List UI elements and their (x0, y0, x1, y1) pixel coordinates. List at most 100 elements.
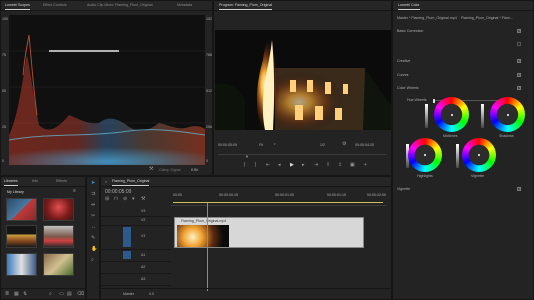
vignette-checkbox[interactable]: ✓ (517, 187, 521, 191)
tab-info[interactable]: Info (32, 179, 38, 183)
reset-icon[interactable] (517, 42, 521, 46)
mark-in-icon[interactable]: ⌈ (244, 163, 246, 168)
fourth-wheel-handle[interactable] (478, 154, 480, 156)
tab-audio-clip-mixer[interactable]: Audio Clip Mixer: Flaming_Plum_Original (87, 3, 153, 7)
clip-name: Flaming_Plum_Original.mp4 (181, 219, 227, 223)
track-select-icon[interactable]: ⇉ (91, 192, 95, 197)
section-basic-correction[interactable]: Basic Correction (397, 29, 423, 33)
library-thumb[interactable] (43, 198, 74, 221)
midtones-slider[interactable] (425, 104, 428, 128)
library-thumb[interactable] (6, 198, 37, 221)
library-thumb[interactable] (43, 253, 74, 276)
go-to-out-icon[interactable]: ⇥ (314, 163, 318, 168)
playhead-timecode[interactable]: 00:00:05:09 (218, 143, 237, 147)
track-target-v1[interactable] (123, 227, 131, 247)
go-to-in-icon[interactable]: ⇤ (266, 163, 270, 168)
step-forward-icon[interactable]: ▸ (302, 163, 305, 168)
tab-effects[interactable]: Effects (56, 179, 67, 183)
snap-icon[interactable]: ⊓ (114, 197, 118, 202)
master-value[interactable]: 0.0 (149, 292, 154, 296)
add-button-icon[interactable]: + (364, 163, 367, 168)
work-area-bar[interactable] (173, 202, 383, 203)
timeline-ruler[interactable]: 00:00 00:00:00:15 00:00:01:00 00:00:01:1… (171, 191, 387, 206)
tab-metadata[interactable]: Metadata (177, 3, 192, 7)
zoom-tool-icon[interactable]: ⌕ (91, 258, 94, 263)
grid-view-icon[interactable]: ▦ (14, 292, 19, 297)
libraries-footer: ≣ ▦ ⇅ ⌕ ▭ ▤ ⌫ (1, 288, 85, 299)
wrench-icon[interactable]: ⚒ (149, 167, 153, 172)
library-thumb[interactable] (6, 253, 37, 276)
section-vignette[interactable]: Vignette (397, 187, 410, 191)
chevron-down-icon[interactable]: ▾ (274, 142, 276, 147)
section-creative[interactable]: Creative (397, 59, 410, 63)
slip-tool-icon[interactable]: ↔ (91, 225, 96, 230)
sort-icon[interactable]: ⇅ (23, 292, 27, 297)
playhead-icon[interactable]: ▼ (245, 154, 249, 159)
timeline-timecode[interactable]: 00:00:05:09 (105, 189, 131, 195)
section-curves[interactable]: Curves (397, 73, 408, 77)
pen-tool-icon[interactable]: ✎ (91, 236, 95, 241)
tab-sequence[interactable]: Flaming_Plum_Original (112, 179, 150, 186)
library-thumb[interactable] (6, 225, 37, 248)
close-icon[interactable]: × (105, 179, 107, 184)
sequence-clip[interactable]: Flaming_Plum_Original.mp4 (174, 217, 364, 248)
library-select[interactable]: My Library (7, 190, 24, 194)
settings-icon[interactable]: ⚙ (342, 142, 346, 147)
tab-lumetri-scopes[interactable]: Lumetri Scopes (5, 3, 30, 10)
creative-checkbox[interactable]: ✓ (517, 59, 521, 63)
highlights-label: Highlights (417, 174, 433, 178)
track-label: A1 (141, 253, 146, 257)
extract-icon[interactable]: ⇪ (338, 163, 342, 168)
library-menu-icon[interactable]: ≡ (73, 189, 76, 194)
scale-tick: 1023 (206, 17, 212, 21)
scale-tick: 768 (206, 53, 212, 57)
track-headers: V3 V2 V1 A1 A2 A3 (101, 207, 171, 291)
clip-select[interactable]: Flaming_Plum_Original * Flam... (461, 16, 513, 20)
selection-tool-icon[interactable]: ➤ (91, 181, 95, 186)
trash-icon[interactable]: ⌫ (77, 292, 84, 297)
lift-icon[interactable]: ⇧ (326, 163, 330, 168)
folder-icon[interactable]: ▤ (67, 292, 72, 297)
track-a3[interactable]: A3 (101, 273, 171, 286)
midtones-wheel-handle[interactable] (451, 114, 453, 116)
hand-tool-icon[interactable]: ✋ (91, 247, 97, 252)
search-icon[interactable]: ⌕ (49, 292, 52, 297)
ripple-edit-icon[interactable]: ⇹ (91, 203, 95, 208)
tab-effect-controls[interactable]: Effect Controls (43, 3, 67, 7)
linked-selection-icon[interactable]: ⊘ (123, 197, 127, 202)
track-v1[interactable]: V1 (101, 225, 171, 250)
new-item-icon[interactable]: ▭ (59, 292, 64, 297)
section-color-wheels[interactable]: Color Wheels (397, 86, 419, 90)
play-icon[interactable]: ▶ (290, 163, 294, 168)
zoom-select[interactable]: Fit (259, 143, 263, 147)
timeline-settings-icon[interactable]: ⚒ (141, 197, 145, 202)
library-thumb[interactable] (43, 225, 74, 248)
timeline-playhead[interactable] (207, 203, 208, 291)
shadows-wheel-handle[interactable] (507, 114, 509, 116)
scale-tick: 100 (2, 17, 8, 21)
clip-thumbnail (177, 225, 229, 247)
highlights-wheel-handle[interactable] (424, 154, 426, 156)
hue-slider-knob[interactable] (433, 99, 435, 103)
basic-correction-checkbox[interactable]: ✓ (517, 29, 521, 33)
track-target-a1[interactable] (123, 251, 131, 259)
bit-depth-select[interactable]: 8 Bit (191, 168, 198, 172)
shadows-slider[interactable] (481, 104, 484, 128)
curves-checkbox[interactable]: ✓ (517, 73, 521, 77)
color-wheels-checkbox[interactable]: ✓ (517, 86, 521, 90)
nest-icon[interactable]: ⊞ (105, 197, 109, 202)
scale-tick: 0 (2, 159, 4, 163)
fourth-slider[interactable] (456, 144, 459, 168)
razor-tool-icon[interactable]: ✂ (91, 214, 95, 219)
tab-program[interactable]: Program: Flaming_Plum_Original (219, 3, 273, 10)
tab-lumetri-color[interactable]: Lumetri Color (398, 3, 420, 10)
tab-libraries[interactable]: Libraries (4, 179, 18, 186)
resolution-select[interactable]: 1/2 (320, 143, 325, 147)
list-view-icon[interactable]: ≣ (5, 292, 9, 297)
mark-out-icon[interactable]: ⌉ (254, 163, 256, 168)
marker-icon[interactable]: ▾ (132, 197, 135, 202)
scale-tick: 0 (206, 159, 208, 163)
libraries-tabbar: Libraries Info Effects (1, 177, 85, 187)
camera-icon[interactable]: ▣ (350, 163, 355, 168)
step-back-icon[interactable]: ◂ (278, 163, 281, 168)
